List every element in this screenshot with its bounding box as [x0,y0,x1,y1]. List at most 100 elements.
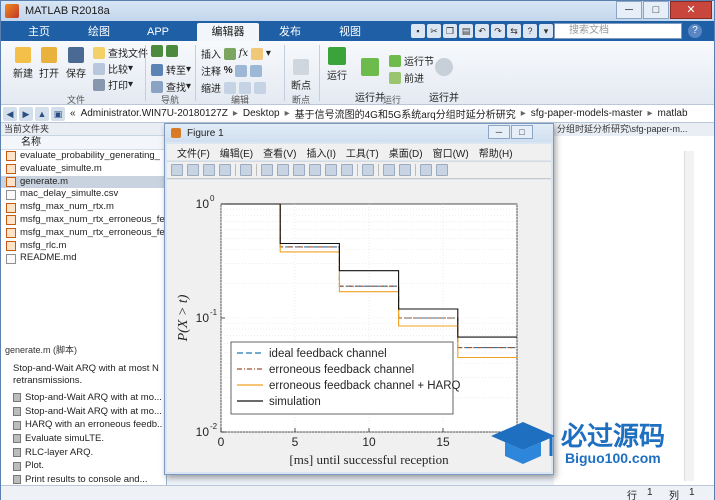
zoom-in-icon[interactable] [261,164,273,176]
file-item-selected[interactable]: generate.m [1,175,166,189]
find-files-button[interactable]: 查找文件 [93,45,148,60]
open-file-icon[interactable] [187,164,199,176]
paste-icon[interactable]: ▤ [459,24,473,38]
insert-colorbar-icon[interactable] [383,164,395,176]
expand-icon[interactable]: ▾ [539,24,553,38]
insert-button[interactable]: 插入 fx ▾ [201,46,271,61]
file-item[interactable]: msfg_rlc.m [1,240,166,253]
menu-edit[interactable]: 编辑(E) [220,145,253,160]
back-forward-buttons[interactable] [151,45,181,57]
stopwatch-icon [435,58,453,76]
breadcrumb-repo[interactable]: sfg-paper-models-master [531,108,643,119]
minimize-button[interactable]: ─ [616,1,642,19]
save-figure-icon[interactable] [203,164,215,176]
section-item[interactable]: HARQ with an erroneous feedb... [13,418,163,432]
file-item[interactable]: msfg_max_num_rtx.m [1,201,166,214]
run-button[interactable]: 运行 [325,47,349,82]
fx-icon: fx [238,48,249,59]
breadcrumb-user[interactable]: Administrator.WIN7U-20180127Z [81,108,228,119]
redo-icon[interactable]: ↷ [491,24,505,38]
up-folder-icon[interactable]: ▲ [35,106,49,121]
back-icon[interactable]: ◀ [3,106,17,121]
data-cursor-icon[interactable] [325,164,337,176]
run-advance-icon [361,58,379,76]
open-button[interactable]: 打开 [37,47,61,80]
text-file-icon [6,253,16,264]
hide-plot-tools-icon[interactable] [420,164,432,176]
save-button[interactable]: 保存 [64,47,88,80]
figure-minimize-button[interactable]: ─ [488,125,510,139]
breadcrumb-more[interactable]: « [70,108,76,119]
help-icon[interactable]: ? [688,24,702,38]
tab-plots[interactable]: 绘图 [81,23,117,41]
save-icon[interactable]: ▪ [411,24,425,38]
file-item[interactable]: msfg_max_num_rtx_erroneous_fe [1,227,166,240]
comment-button[interactable]: 注释 % [201,63,265,78]
editor-tab[interactable]: 分组时延分析研究\sfg-paper-m... [554,123,714,136]
menu-view[interactable]: 查看(V) [263,145,296,160]
tab-home[interactable]: 主页 [23,23,55,41]
menu-file[interactable]: 文件(F) [177,145,210,160]
file-item[interactable]: msfg_max_num_rtx_erroneous_fee [1,214,166,227]
run-section-button[interactable]: 运行节 [389,53,434,68]
forward-icon[interactable]: ▶ [19,106,33,121]
tab-apps[interactable]: APP [143,23,173,41]
breadcrumb-matlab[interactable]: matlab [658,108,688,119]
copy-icon[interactable]: ❐ [443,24,457,38]
menu-tools[interactable]: 工具(T) [346,145,379,160]
m-file-icon [6,215,16,226]
x-tick-label: 10 [362,435,376,449]
browse-folder-icon[interactable]: ▣ [51,106,65,121]
section-item[interactable]: Plot. [13,459,163,473]
cut-icon[interactable]: ✂ [427,24,441,38]
switch-windows-icon[interactable]: ⇆ [507,24,521,38]
section-item[interactable]: Stop-and-Wait ARQ with at mo... [13,405,163,419]
zoom-out-icon[interactable] [277,164,289,176]
find-button[interactable]: 查找 ▾ [151,79,191,94]
show-plot-tools-icon[interactable] [436,164,448,176]
insert-legend-icon[interactable] [399,164,411,176]
close-button[interactable]: ✕ [670,1,712,19]
link-plot-icon[interactable] [362,164,374,176]
tab-view[interactable]: 视图 [333,23,367,41]
help-small-icon[interactable]: ? [523,24,537,38]
rotate-3d-icon[interactable] [309,164,321,176]
menu-help[interactable]: 帮助(H) [479,145,513,160]
section-item[interactable]: Evaluate simuLTE. [13,432,163,446]
undo-icon[interactable]: ↶ [475,24,489,38]
menu-desktop[interactable]: 桌面(D) [389,145,423,160]
pan-icon[interactable] [293,164,305,176]
print-button[interactable]: 打印 ▾ [93,77,133,92]
new-figure-icon[interactable] [171,164,183,176]
section-item[interactable]: Stop-and-Wait ARQ with at mo... [13,391,163,405]
file-item[interactable]: README.md [1,252,166,265]
tab-publish[interactable]: 发布 [273,23,307,41]
search-documentation-input[interactable]: 搜索文档 [554,23,682,39]
figure-title-bar[interactable]: Figure 1 ─ □ [165,124,553,142]
menu-insert[interactable]: 插入(I) [306,145,335,160]
file-item[interactable]: mac_delay_simulte.csv [1,188,166,201]
breadcrumb-project[interactable]: 基于信号流图的4G和5G系统arq分组时延分析研究 [295,106,516,121]
maximize-button[interactable]: □ [643,1,669,19]
app-title: MATLAB R2018a [25,5,110,17]
file-item[interactable]: evaluate_probability_generating_ [1,150,166,163]
y-tick-label-base: 10 [196,425,210,439]
brush-icon[interactable] [341,164,353,176]
name-column-header[interactable]: 名称 [1,136,166,150]
section-item[interactable]: RLC-layer ARQ. [13,446,163,460]
tab-editor[interactable]: 编辑器 [197,23,259,41]
edit-plot-icon[interactable] [240,164,252,176]
file-item[interactable]: evaluate_simulte.m [1,163,166,176]
compare-button[interactable]: 比较 ▾ [93,61,133,76]
print-figure-icon[interactable] [219,164,231,176]
breakpoints-button[interactable]: 断点 [289,59,313,92]
breadcrumb-desktop[interactable]: Desktop [243,108,280,119]
menu-window[interactable]: 窗口(W) [433,145,469,160]
figure-toolbar [167,161,551,179]
new-button[interactable]: 新建 [11,47,35,80]
goto-button[interactable]: 转至 ▾ [151,62,191,77]
advance-button[interactable]: 前进 [389,70,424,85]
details-header: generate.m (脚本) [5,345,78,355]
status-bar: 行 1 列 1 [1,485,714,500]
figure-maximize-button[interactable]: □ [511,125,533,139]
